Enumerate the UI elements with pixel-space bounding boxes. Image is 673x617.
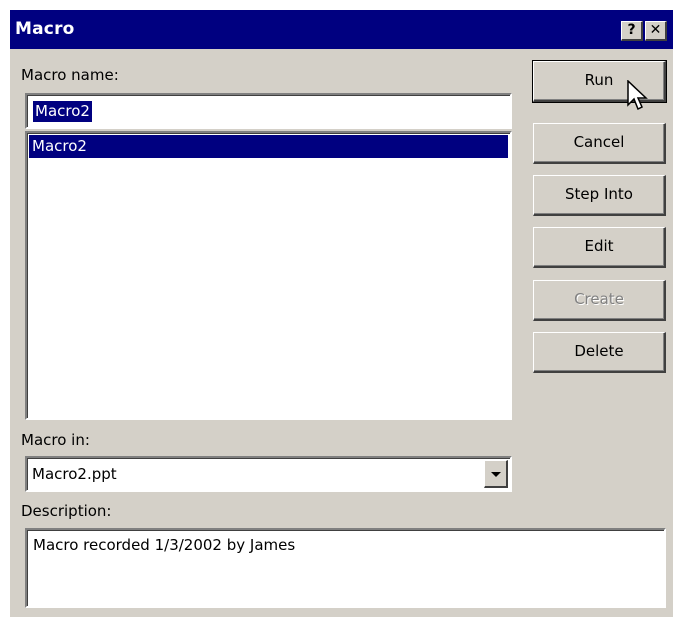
macro-name-input[interactable]: Macro2 — [25, 93, 512, 129]
list-item-macro2[interactable]: Macro2 — [29, 135, 508, 158]
macro-in-label: Macro in: — [21, 431, 90, 449]
description-field[interactable]: Macro recorded 1/3/2002 by James — [25, 528, 666, 608]
macro-in-value: Macro2.ppt — [32, 465, 117, 483]
cancel-button[interactable]: Cancel — [533, 123, 666, 164]
description-value: Macro recorded 1/3/2002 by James — [33, 536, 296, 554]
cancel-button-label: Cancel — [573, 133, 625, 151]
dropdown-arrow-icon — [491, 472, 501, 477]
description-label: Description: — [21, 502, 112, 520]
macro-name-value: Macro2 — [33, 101, 92, 122]
macro-dialog: Macro ? ✕ Macro name: Macro2 Macro2 Macr… — [9, 9, 673, 617]
delete-button[interactable]: Delete — [533, 332, 666, 373]
macro-name-label: Macro name: — [21, 66, 119, 84]
dropdown-button[interactable] — [484, 460, 508, 488]
title-bar: Macro ? ✕ — [10, 10, 673, 49]
delete-button-label: Delete — [574, 342, 624, 360]
arrow-cursor-icon — [627, 80, 648, 111]
window-title: Macro — [15, 19, 75, 39]
macro-list[interactable]: Macro2 — [25, 131, 512, 420]
create-button-label: Create — [574, 290, 624, 308]
macro-in-select[interactable]: Macro2.ppt — [25, 456, 512, 492]
edit-button-label: Edit — [584, 237, 614, 255]
edit-button[interactable]: Edit — [533, 227, 666, 268]
step-into-button-label: Step Into — [565, 185, 633, 203]
run-button-label: Run — [584, 71, 614, 89]
create-button: Create — [533, 280, 666, 321]
help-button[interactable]: ? — [621, 21, 643, 41]
close-button[interactable]: ✕ — [645, 21, 667, 41]
step-into-button[interactable]: Step Into — [533, 175, 666, 216]
